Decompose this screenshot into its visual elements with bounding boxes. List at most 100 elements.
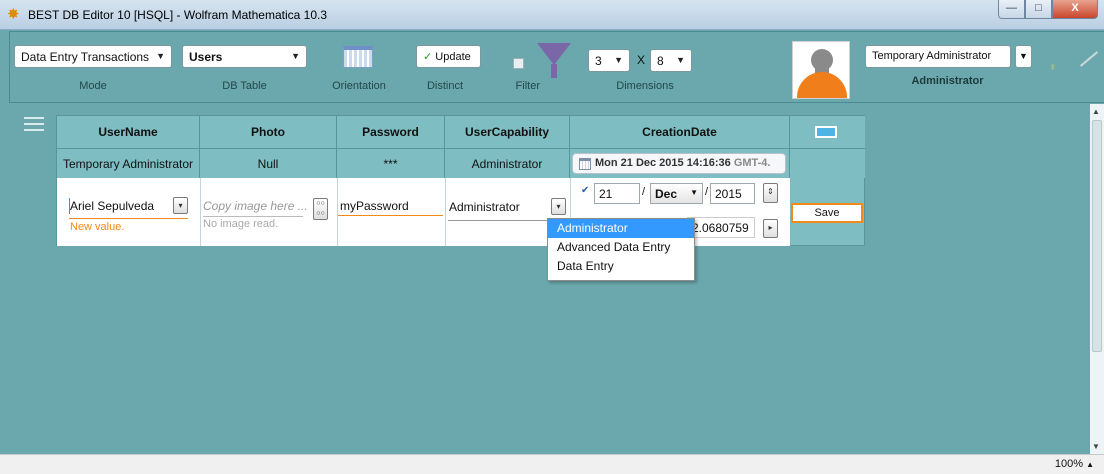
divider	[200, 178, 201, 246]
columns-value: 8	[657, 54, 664, 68]
header-password[interactable]: Password	[337, 116, 445, 148]
title-bar: ✸ BEST DB Editor 10 [HSQL] - Wolfram Mat…	[0, 0, 1104, 30]
image-browse-button[interactable]: ○○ ○○	[313, 198, 328, 220]
option-advanced-data-entry[interactable]: Advanced Data Entry	[548, 238, 694, 257]
status-bar: 100% ▲	[0, 454, 1104, 474]
time-stepper[interactable]: ▸	[763, 219, 778, 238]
cell-photo[interactable]: Null	[200, 148, 337, 178]
header-username[interactable]: UserName	[57, 116, 200, 148]
mode-value: Data Entry Transactions	[21, 50, 150, 64]
row-toggle-icon[interactable]	[815, 126, 837, 138]
header-actions	[790, 116, 865, 148]
maximize-button[interactable]: □	[1025, 0, 1052, 19]
toolbar: Data Entry Transactions ▼ Mode Users ▼ D…	[9, 31, 1104, 103]
rows-value: 3	[595, 54, 602, 68]
chevron-down-icon: ▼	[690, 188, 698, 197]
filter-caption: Filter	[515, 80, 540, 92]
year-input[interactable]: 2015	[710, 183, 755, 204]
password-input[interactable]: myPassword	[340, 199, 409, 213]
pen-icon[interactable]	[1079, 51, 1099, 67]
header-creationdate[interactable]: CreationDate	[570, 116, 790, 148]
user-dropdown[interactable]: Temporary Administrator	[865, 45, 1011, 68]
option-data-entry[interactable]: Data Entry	[548, 257, 694, 276]
divider	[445, 178, 446, 246]
photo-status: No image read.	[203, 218, 279, 230]
save-button[interactable]: Save	[791, 203, 863, 223]
distinct-caption: Distinct	[426, 80, 464, 92]
year-stepper[interactable]: ⇕	[763, 183, 778, 203]
username-note: New value.	[70, 221, 125, 233]
chevron-down-icon: ▼	[156, 51, 165, 61]
date-separator: /	[642, 186, 646, 198]
update-label: Update	[435, 51, 471, 63]
month-dropdown[interactable]: Dec ▼	[650, 183, 703, 204]
left-gutter	[0, 104, 9, 454]
creation-date-value: Mon 21 Dec 2015 14:16:36	[595, 157, 731, 169]
scroll-thumb[interactable]	[1092, 120, 1102, 352]
cell-password[interactable]: ***	[337, 148, 445, 178]
columns-dropdown[interactable]: 8 ▼	[650, 49, 692, 72]
table-caption: DB Table	[222, 80, 267, 92]
zoom-up-icon: ▲	[1086, 460, 1094, 469]
user-role: Administrator	[911, 75, 984, 87]
window-controls: — □ X	[998, 0, 1098, 20]
chevron-down-icon: ▼	[291, 51, 300, 61]
header-usercapability[interactable]: UserCapability	[445, 116, 570, 148]
mode-dropdown[interactable]: Data Entry Transactions ▼	[14, 45, 172, 68]
update-button[interactable]: ✓ Update	[416, 45, 481, 68]
avatar-body	[797, 72, 847, 98]
cell-username[interactable]: Temporary Administrator	[57, 148, 200, 178]
username-input[interactable]: Ariel Sepulveda	[70, 199, 154, 213]
orientation-icon[interactable]	[343, 46, 373, 68]
user-value: Temporary Administrator	[872, 50, 992, 62]
scroll-down-icon[interactable]: ▼	[1092, 442, 1100, 451]
option-administrator[interactable]: Administrator	[548, 219, 694, 238]
user-avatar[interactable]	[792, 41, 850, 99]
calendar-icon	[579, 158, 591, 170]
pin-icon[interactable]: ♀	[1049, 62, 1057, 73]
minimize-button[interactable]: —	[998, 0, 1025, 19]
table-dropdown[interactable]: Users ▼	[182, 45, 307, 68]
date-separator: /	[705, 186, 709, 198]
window-title: BEST DB Editor 10 [HSQL] - Wolfram Mathe…	[28, 8, 328, 22]
zoom-value: 100%	[1054, 458, 1084, 470]
filter-checkbox[interactable]	[513, 58, 524, 69]
dimensions-caption: Dimensions	[616, 80, 674, 92]
password-underline	[338, 215, 443, 216]
month-value: Dec	[655, 187, 678, 201]
mathematica-icon: ✸	[7, 6, 20, 23]
mode-caption: Mode	[79, 80, 107, 92]
vertical-scrollbar[interactable]: ▲ ▼	[1090, 104, 1104, 454]
collapse-chevron-icon[interactable]: ✔	[581, 185, 589, 196]
filter-funnel-stem	[551, 64, 557, 78]
photo-underline	[203, 216, 303, 217]
data-grid: UserName Photo Password UserCapability C…	[56, 115, 865, 246]
chevron-down-icon: ▼	[614, 55, 623, 65]
creation-tz: GMT-4.	[733, 157, 771, 169]
divider	[337, 178, 338, 246]
username-dropdown-button[interactable]: ▾	[173, 197, 188, 214]
username-underline	[69, 218, 188, 219]
scroll-up-icon[interactable]: ▲	[1092, 107, 1100, 116]
orientation-caption: Orientation	[332, 80, 386, 92]
close-button[interactable]: X	[1052, 0, 1098, 19]
creation-date-chip[interactable]: Mon 21 Dec 2015 14:16:36 GMT-4.	[572, 153, 786, 174]
rows-dropdown[interactable]: 3 ▼	[588, 49, 630, 72]
day-input[interactable]: 21	[594, 183, 640, 204]
user-dropdown-arrow[interactable]: ▼	[1015, 45, 1032, 68]
capability-underline	[448, 220, 558, 221]
check-icon: ✓	[423, 51, 433, 63]
header-photo[interactable]: Photo	[200, 116, 337, 148]
time-input[interactable]: 2.0680759	[687, 217, 755, 238]
cell-capability[interactable]: Administrator	[445, 148, 570, 178]
cell-actions	[790, 148, 865, 178]
zoom-control[interactable]: 100% ▲	[1055, 458, 1094, 470]
menu-icon[interactable]	[24, 117, 44, 133]
photo-input[interactable]: Copy image here ...	[203, 199, 308, 213]
capability-select[interactable]: Administrator	[449, 200, 520, 214]
filter-funnel-icon[interactable]	[537, 43, 571, 65]
capability-dropdown-button[interactable]: ▾	[551, 198, 566, 215]
table-value: Users	[189, 50, 223, 64]
app-window: ✸ BEST DB Editor 10 [HSQL] - Wolfram Mat…	[0, 0, 1104, 474]
capability-options-menu: Administrator Advanced Data Entry Data E…	[547, 218, 695, 281]
